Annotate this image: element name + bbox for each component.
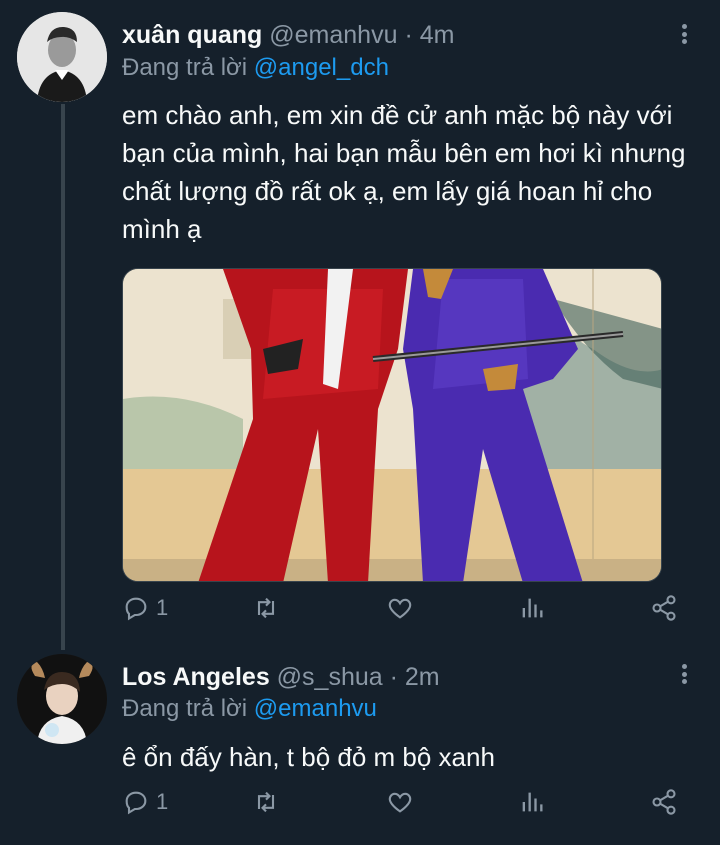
tweet-header: Los Angeles @s_shua · 2m (122, 661, 440, 693)
avatar[interactable] (17, 654, 107, 744)
tweet-text: ê ổn đấy hàn, t bộ đỏ m bộ xanh (122, 742, 495, 772)
share-button[interactable] (650, 594, 678, 622)
person-avatar-icon (17, 654, 107, 744)
tweet-media-image[interactable] (122, 268, 662, 582)
replying-handle-link[interactable]: @angel_dch (254, 54, 389, 81)
more-icon[interactable] (674, 22, 694, 46)
thread-line (61, 104, 65, 650)
replying-handle-link[interactable]: @emanhvu (254, 695, 377, 722)
tweet-header: xuân quang @emanhvu · 4m (122, 19, 454, 51)
avatar[interactable] (17, 12, 107, 102)
replying-to: Đang trả lời @emanhvu (122, 694, 377, 724)
share-icon (652, 595, 676, 621)
user-handle[interactable]: @emanhvu (269, 21, 397, 49)
person-avatar-icon (17, 12, 107, 102)
display-name[interactable]: xuân quang (122, 21, 262, 49)
timestamp[interactable]: · 4m (404, 21, 454, 49)
like-button[interactable] (386, 788, 414, 816)
tweet-actions: 1 (122, 594, 682, 634)
reply-count: 1 (156, 595, 169, 620)
timestamp[interactable]: · 2m (390, 663, 440, 691)
user-handle[interactable]: @s_shua (277, 663, 383, 691)
analytics-icon (522, 598, 543, 618)
tweet[interactable]: xuân quang @emanhvu · 4m Đang trả lời @a… (0, 0, 720, 650)
reply-button[interactable]: 1 (122, 594, 168, 622)
analytics-button[interactable] (518, 594, 546, 622)
replying-to: Đang trả lời @angel_dch (122, 53, 389, 83)
retweet-icon (257, 791, 275, 813)
retweet-button[interactable] (252, 594, 280, 622)
retweet-button[interactable] (252, 788, 280, 816)
display-name[interactable]: Los Angeles (122, 663, 270, 691)
share-icon (652, 789, 676, 815)
replying-prefix: Đang trả lời (122, 695, 248, 722)
more-icon[interactable] (674, 662, 694, 686)
share-button[interactable] (650, 788, 678, 816)
tweet[interactable]: Los Angeles @s_shua · 2m Đang trả lời @e… (0, 650, 720, 845)
analytics-icon (522, 792, 543, 812)
tweet-actions: 1 (122, 788, 682, 828)
reply-icon (125, 597, 147, 621)
retweet-icon (257, 597, 275, 619)
like-icon (388, 598, 412, 619)
like-icon (388, 792, 412, 813)
reply-button[interactable]: 1 (122, 788, 168, 816)
reply-count: 1 (156, 789, 169, 814)
tweet-text: em chào anh, em xin đề cử anh mặc bộ này… (122, 100, 686, 244)
like-button[interactable] (386, 594, 414, 622)
replying-prefix: Đang trả lời (122, 54, 248, 81)
reply-icon (125, 791, 147, 815)
photo-two-people-suits-icon (123, 269, 661, 581)
analytics-button[interactable] (518, 788, 546, 816)
